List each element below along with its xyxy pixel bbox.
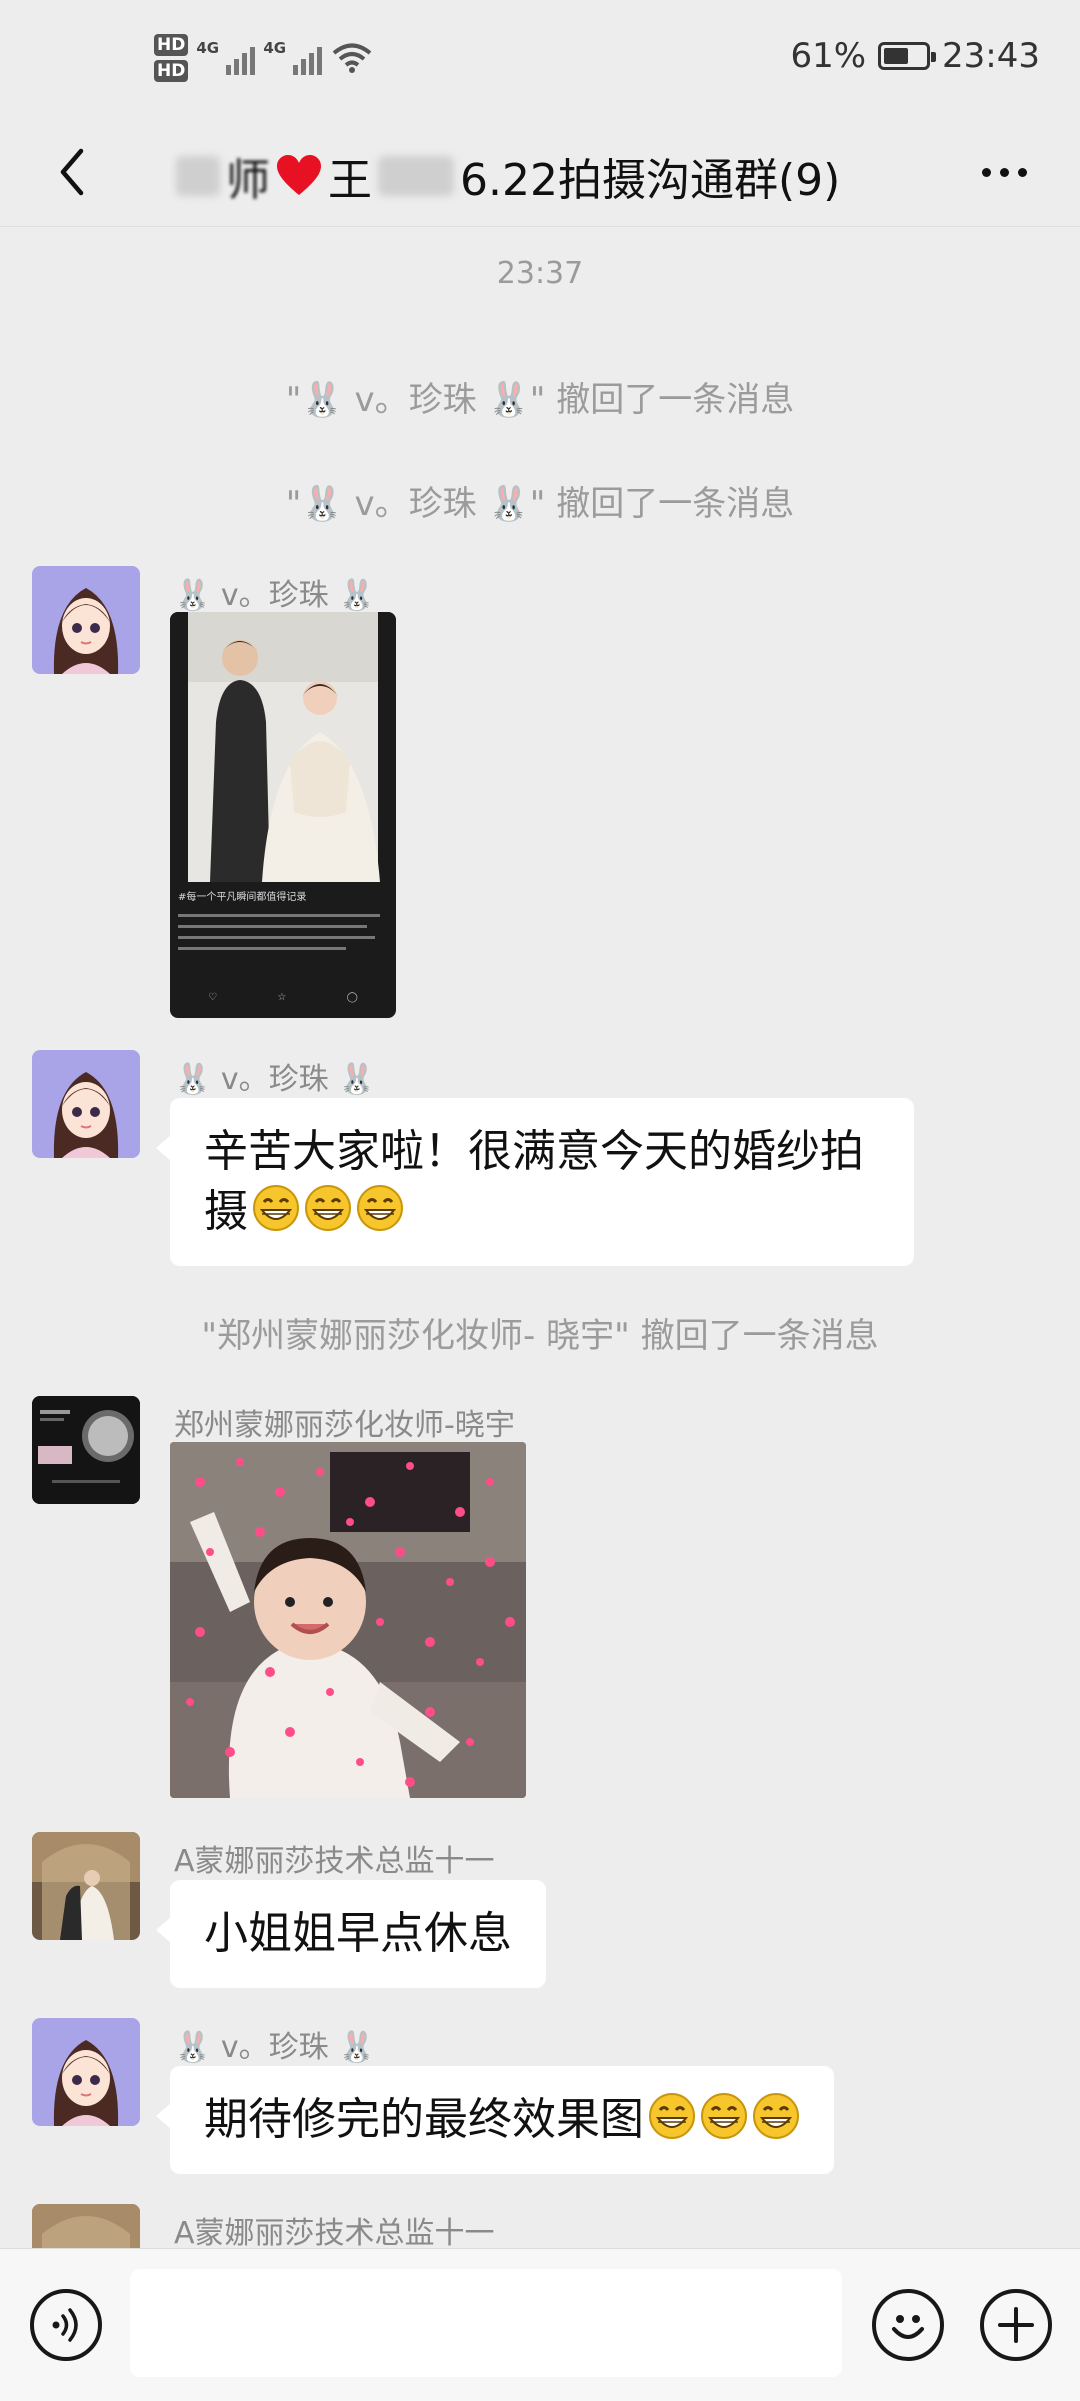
grin-emoji-icon [649, 2093, 695, 2139]
sender-name: 🐰 v。珍珠 🐰 [174, 1062, 376, 1097]
card-caption: #每一个平凡瞬间都值得记录 ♡ ☆ ◯ [178, 890, 388, 1003]
battery-icon [878, 42, 937, 70]
title-fragment: 师 [226, 155, 270, 206]
more-button[interactable] [964, 140, 1044, 204]
avatar[interactable] [32, 2018, 140, 2126]
grin-emoji-icon [253, 1185, 299, 1231]
star-icon: ☆ [277, 992, 287, 1003]
hd-badge: HD [154, 60, 189, 82]
avatar[interactable] [32, 1832, 140, 1940]
time-divider: 23:37 [496, 256, 584, 291]
avatar-image [32, 1832, 140, 1940]
more-dot [981, 167, 991, 177]
message-bubble[interactable]: 辛苦大家啦！很满意今天的婚纱拍摄 [156, 1098, 914, 1266]
caption-lines [178, 914, 388, 950]
card-caption-text: #每一个平凡瞬间都值得记录 [178, 892, 307, 903]
avatar-image [32, 2018, 140, 2126]
battery-percent: 61% [790, 36, 867, 76]
chevron-left-icon [60, 148, 84, 196]
wifi-icon [333, 43, 372, 73]
redacted-text [378, 156, 454, 196]
hd-badge: HD [154, 34, 189, 56]
voice-icon [52, 2308, 78, 2342]
shared-image-card[interactable]: #每一个平凡瞬间都值得记录 ♡ ☆ ◯ [170, 612, 396, 1018]
sender-name: 🐰 v。珍珠 🐰 [174, 2030, 376, 2065]
sender-name: A蒙娜丽莎技术总监十一 [174, 1844, 495, 1879]
redacted-text [176, 156, 220, 196]
message-input[interactable] [130, 2269, 842, 2377]
grin-emoji-icon [753, 2093, 799, 2139]
card-actions: ♡ ☆ ◯ [178, 990, 388, 1006]
network-type: 4G [196, 39, 220, 57]
back-button[interactable] [40, 140, 104, 204]
grin-emoji-icon [357, 1185, 403, 1231]
heart-icon [277, 155, 321, 195]
title-text: 6.22拍摄沟通群(9) [460, 155, 841, 206]
status-time: 23:43 [942, 36, 1040, 76]
chat-title[interactable]: 师 王 6.22拍摄沟通群(9) [170, 144, 920, 208]
emoji-button[interactable] [872, 2289, 944, 2361]
status-bar: HD HD 4G 4G 61% 23:43 [0, 0, 1080, 118]
voice-button[interactable] [30, 2289, 102, 2361]
sender-name: A蒙娜丽莎技术总监十一 [174, 2216, 495, 2251]
avatar[interactable] [32, 2204, 140, 2248]
hd-indicators: HD HD [154, 34, 189, 82]
message-text: 小姐姐早点休息 [204, 1908, 512, 1959]
recall-notice: "🐰 v。珍珠 🐰" 撤回了一条消息 [285, 380, 795, 420]
recall-notice: "郑州蒙娜丽莎化妆师- 晓宇" 撤回了一条消息 [201, 1316, 879, 1356]
more-dot [999, 167, 1009, 177]
network-type: 4G [263, 39, 287, 57]
input-bar [0, 2248, 1080, 2401]
status-right: 61% 23:43 [790, 36, 1040, 76]
grin-emoji-icon [305, 1185, 351, 1231]
message-text: 期待修完的最终效果图 [204, 2094, 644, 2145]
comment-icon: ◯ [346, 992, 358, 1003]
message-text: 辛苦大家啦！很满意今天的婚纱拍摄 [204, 1126, 864, 1237]
battery-fill [884, 48, 909, 64]
avatar-image [32, 2204, 140, 2248]
avatar[interactable] [32, 1396, 140, 1504]
baby-hearts-sticker [170, 1442, 526, 1798]
wedding-photo [170, 612, 396, 882]
plus-button[interactable] [980, 2289, 1052, 2361]
sticker-image[interactable] [170, 1442, 526, 1798]
avatar[interactable] [32, 566, 140, 674]
avatar-image [32, 566, 140, 674]
heart-icon: ♡ [208, 992, 218, 1003]
plus-icon [998, 2307, 1034, 2343]
emoji-icon [892, 2315, 924, 2339]
title-fragment: 王 [328, 155, 372, 206]
message-bubble[interactable]: 小姐姐早点休息 [156, 1880, 546, 1988]
avatar[interactable] [32, 1050, 140, 1158]
avatar-image [32, 1050, 140, 1158]
message-bubble[interactable]: 期待修完的最终效果图 [156, 2066, 834, 2174]
sender-name: 🐰 v。珍珠 🐰 [174, 578, 376, 613]
recall-notice: "🐰 v。珍珠 🐰" 撤回了一条消息 [285, 484, 795, 524]
avatar-image [32, 1396, 140, 1504]
sender-name: 郑州蒙娜丽莎化妆师-晓宇 [174, 1408, 515, 1443]
signal-icon: 4G [263, 39, 323, 75]
more-dot [1017, 167, 1027, 177]
status-left: HD HD 4G 4G [154, 26, 372, 90]
chat-header: 师 王 6.22拍摄沟通群(9) [0, 118, 1080, 227]
signal-icon: 4G [196, 39, 256, 75]
grin-emoji-icon [701, 2093, 747, 2139]
